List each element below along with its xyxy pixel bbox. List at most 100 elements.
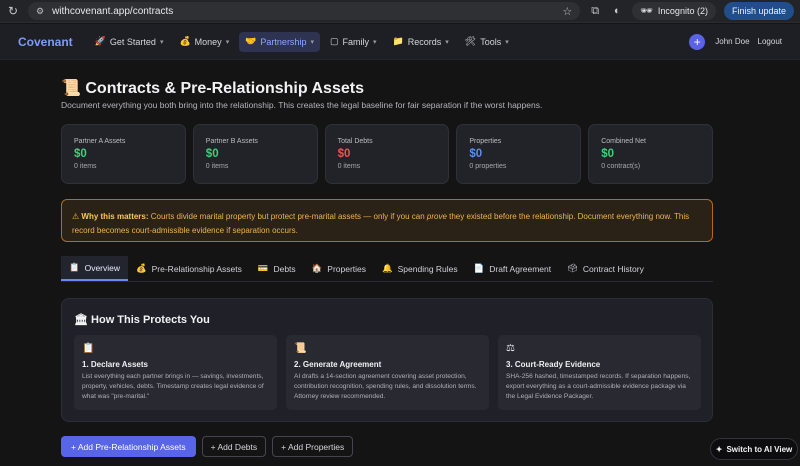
- install-app-icon[interactable]: ⧉: [588, 5, 602, 18]
- stat-sub: 0 items: [337, 163, 361, 170]
- action-buttons: + Add Pre-Relationship Assets + Add Debt…: [61, 436, 354, 457]
- tab-label: Overview: [84, 262, 121, 273]
- tab-contract-history[interactable]: 🗳 Contract History: [559, 256, 652, 281]
- stat-label: Properties: [469, 138, 502, 145]
- clipboard-icon: 📋: [82, 343, 95, 354]
- nav-label: Family: [342, 36, 369, 47]
- panel-title-text: How This Protects You: [91, 314, 210, 326]
- stat-sub: 0 items: [205, 163, 229, 170]
- stat-value: $0: [469, 148, 483, 160]
- page-subtitle: Document everything you both bring into …: [61, 100, 543, 110]
- step-cards: 📋 1. Declare Assets List everything each…: [74, 335, 701, 410]
- stat-card-partner-a: Partner A Assets $0 0 items: [61, 124, 186, 184]
- stat-sub: 0 items: [74, 163, 97, 170]
- bell-icon: 🔔: [382, 263, 393, 273]
- address-bar[interactable]: ⚙ withcovenant.app/contracts ☆: [28, 2, 581, 20]
- stat-label: Total Debts: [337, 138, 373, 145]
- bookmark-star-icon[interactable]: ☆: [562, 5, 572, 18]
- bank-icon: 🏛: [74, 314, 88, 326]
- stat-label: Partner A Assets: [74, 138, 126, 145]
- scales-icon: ⚖: [506, 343, 515, 354]
- app-navbar: Covenant 🚀 Get Started ▾ 💰 Money ▾ 🤝 Par…: [0, 24, 800, 60]
- logout-link[interactable]: Logout: [758, 37, 782, 46]
- tab-draft-agreement[interactable]: 📄 Draft Agreement: [466, 256, 559, 281]
- stat-label: Partner B Assets: [205, 138, 258, 145]
- quick-add-button[interactable]: +: [689, 33, 706, 50]
- stat-card-total-debts: Total Debts $0 0 items: [324, 124, 450, 184]
- tab-label: Pre-Relationship Assets: [151, 263, 242, 274]
- step-text: List everything each partner brings in —…: [82, 373, 264, 400]
- stat-label: Combined Net: [601, 138, 646, 145]
- tab-pre-relationship-assets[interactable]: 💰 Pre-Relationship Assets: [128, 256, 250, 281]
- warning-text-1: Courts divide marital property but prote…: [148, 212, 427, 221]
- finish-update-button[interactable]: Finish update: [723, 2, 794, 20]
- credit-card-icon: 💳: [257, 263, 269, 273]
- scroll-icon: 📜: [61, 80, 81, 97]
- nav-get-started[interactable]: 🚀 Get Started ▾: [89, 32, 170, 52]
- folder-icon: 📁: [392, 36, 404, 46]
- rocket-icon: 🚀: [94, 36, 106, 46]
- family-icon: ▢: [329, 36, 339, 46]
- tab-properties[interactable]: 🏠 Properties: [304, 256, 374, 281]
- step-text: AI drafts a 14-section agreement coverin…: [294, 373, 477, 400]
- nav-tools[interactable]: 🛠 Tools ▾: [459, 32, 515, 52]
- nav-label: Records: [407, 36, 442, 47]
- switch-to-ai-view-button[interactable]: ✦ Switch to AI View: [710, 438, 798, 460]
- nav-partnership[interactable]: 🤝 Partnership ▾: [239, 31, 320, 52]
- document-icon: 📄: [473, 263, 485, 273]
- tab-debts[interactable]: 💳 Debts: [250, 256, 304, 281]
- incognito-badge[interactable]: 🕶 Incognito (2): [632, 2, 716, 20]
- chevron-down-icon: ▾: [310, 38, 314, 46]
- stat-card-combined-net: Combined Net $0 0 contract(s): [588, 124, 713, 184]
- protection-panel: 🏛 How This Protects You 📋 1. Declare Ass…: [61, 298, 713, 422]
- page-title-text: Contracts & Pre-Relationship Assets: [85, 80, 364, 97]
- panel-title: 🏛 How This Protects You: [74, 313, 210, 326]
- money-bag-icon: 💰: [179, 36, 191, 46]
- step-card-court-ready-evidence: ⚖ 3. Court-Ready Evidence SHA-256 hashed…: [498, 335, 701, 410]
- add-debts-button[interactable]: + Add Debts: [201, 436, 267, 457]
- nav-family[interactable]: ▢ Family ▾: [324, 32, 383, 52]
- stat-value: $0: [205, 148, 219, 160]
- chevron-down-icon: ▾: [372, 38, 377, 46]
- reload-icon[interactable]: ↻: [6, 4, 20, 18]
- warning-lead: Why this matters:: [81, 212, 149, 221]
- brand-logo[interactable]: Covenant: [18, 35, 73, 49]
- site-settings-icon[interactable]: ⚙: [36, 6, 44, 17]
- house-icon: 🏠: [311, 263, 323, 273]
- step-title: 1. Declare Assets: [82, 360, 148, 369]
- add-pre-relationship-assets-button[interactable]: + Add Pre-Relationship Assets: [61, 436, 196, 457]
- nav-label: Get Started: [109, 36, 156, 47]
- ai-toggle-label: Switch to AI View: [726, 444, 793, 454]
- tab-bar: 📋 Overview 💰 Pre-Relationship Assets 💳 D…: [61, 256, 713, 282]
- nav-money[interactable]: 💰 Money ▾: [173, 32, 235, 52]
- incognito-label: Incognito (2): [657, 6, 708, 16]
- nav-label: Money: [194, 36, 222, 47]
- stat-value: $0: [601, 148, 614, 160]
- user-name[interactable]: John Doe: [715, 37, 749, 46]
- tab-label: Debts: [273, 263, 296, 274]
- extension-icon[interactable]: ◐: [610, 5, 624, 17]
- stat-card-properties: Properties $0 0 properties: [456, 124, 582, 184]
- tab-label: Contract History: [582, 263, 644, 274]
- money-bag-icon: 💰: [136, 263, 147, 273]
- ballot-box-icon: 🗳: [567, 263, 578, 273]
- nav-records[interactable]: 📁 Records ▾: [387, 32, 455, 52]
- stats-row: Partner A Assets $0 0 items Partner B As…: [61, 124, 713, 184]
- tab-spending-rules[interactable]: 🔔 Spending Rules: [374, 256, 466, 281]
- nav-label: Tools: [480, 36, 502, 47]
- stat-sub: 0 properties: [469, 163, 507, 170]
- step-title: 3. Court-Ready Evidence: [506, 360, 601, 369]
- add-properties-button[interactable]: + Add Properties: [272, 436, 354, 457]
- step-text: SHA-256 hashed, timestamped records. If …: [506, 373, 691, 400]
- step-title: 2. Generate Agreement: [294, 360, 382, 369]
- tab-overview[interactable]: 📋 Overview: [61, 256, 129, 281]
- user-area: + John Doe Logout: [689, 33, 782, 50]
- chevron-down-icon: ▾: [159, 38, 164, 46]
- warning-banner: ⚠ Why this matters: Courts divide marita…: [61, 199, 713, 242]
- page-title: 📜 Contracts & Pre-Relationship Assets: [61, 78, 364, 98]
- step-card-declare-assets: 📋 1. Declare Assets List everything each…: [74, 335, 277, 410]
- incognito-icon: 🕶: [640, 5, 653, 17]
- nav-label: Partnership: [260, 36, 307, 47]
- tab-label: Properties: [327, 263, 367, 274]
- chevron-down-icon: ▾: [505, 38, 509, 46]
